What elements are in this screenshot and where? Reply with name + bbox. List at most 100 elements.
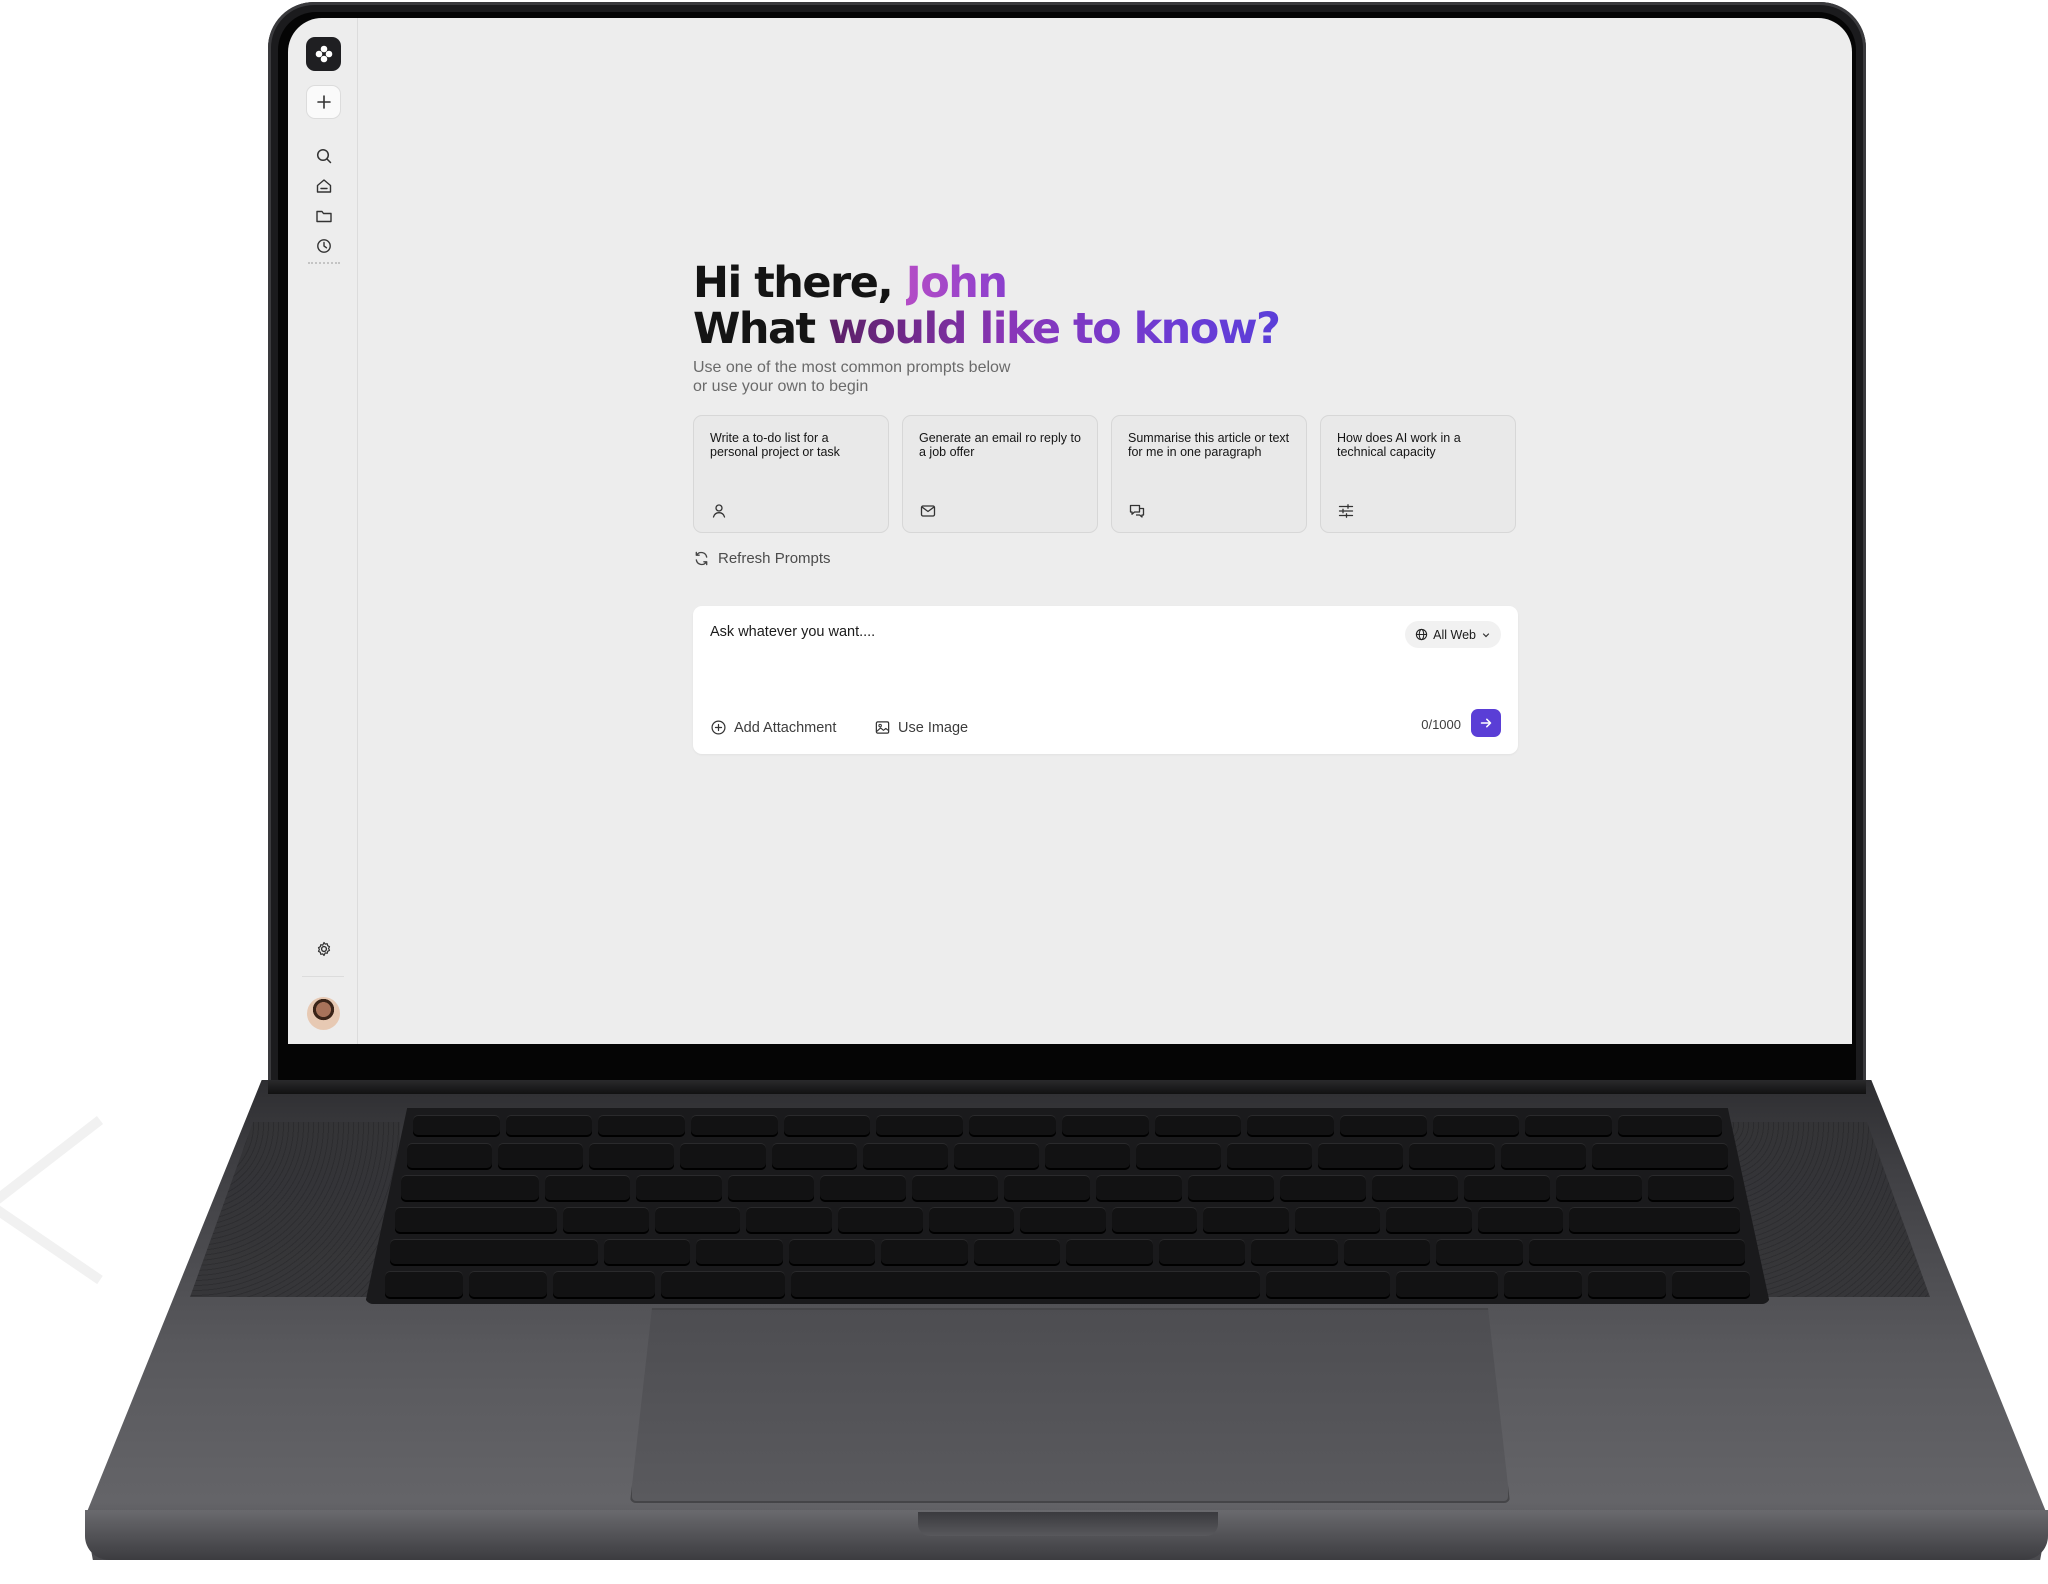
- user-avatar[interactable]: [307, 997, 340, 1030]
- laptop-thumb-notch: [918, 1512, 1218, 1536]
- keyboard-key: [603, 1239, 691, 1266]
- keyboard-key: [969, 1115, 1056, 1137]
- keyboard-key: [654, 1207, 741, 1234]
- greeting-line: Hi there, John: [693, 260, 1518, 306]
- keyboard-key: [929, 1207, 1015, 1234]
- gear-icon: [317, 941, 331, 957]
- keyboard-key: [1265, 1271, 1391, 1299]
- keyboard-key: [1409, 1143, 1495, 1170]
- keyboard-row: [401, 1175, 1734, 1202]
- keyboard-key: [401, 1175, 539, 1202]
- globe-icon: [1415, 628, 1428, 641]
- prompt-card[interactable]: How does AI work in a technical capacity: [1320, 415, 1516, 533]
- keyboard-key: [1061, 1115, 1149, 1137]
- sliders-icon: [1338, 504, 1354, 518]
- keyboard-key: [553, 1271, 655, 1299]
- keyboard-key: [636, 1175, 723, 1202]
- refresh-prompts-button[interactable]: Refresh Prompts: [693, 550, 831, 567]
- keyboard-key: [1464, 1175, 1551, 1202]
- keyboard-key: [1343, 1239, 1431, 1266]
- keyboard-key: [728, 1175, 815, 1202]
- keyboard-key: [881, 1239, 968, 1266]
- chat-composer: Ask whatever you want.... All Web Add At…: [693, 606, 1518, 754]
- keyboard-key: [1188, 1175, 1275, 1202]
- question-highlight: would like to know?: [828, 304, 1281, 354]
- use-image-button[interactable]: Use Image: [874, 719, 968, 736]
- keyboard: [385, 1113, 1750, 1301]
- keyboard-key: [1280, 1175, 1367, 1202]
- prompt-card[interactable]: Generate an email ro reply to a job offe…: [902, 415, 1098, 533]
- sidebar-folder-button[interactable]: [313, 205, 335, 227]
- sidebar-search-button[interactable]: [313, 145, 335, 167]
- keyboard-key: [1591, 1143, 1728, 1170]
- prompt-card[interactable]: Write a to-do list for a personal projec…: [693, 415, 889, 533]
- keyboard-key: [912, 1175, 999, 1202]
- keyboard-row: [413, 1115, 1722, 1137]
- keyboard-key: [746, 1207, 832, 1234]
- home-icon: [316, 179, 332, 193]
- keyboard-key: [788, 1239, 876, 1266]
- keyboard-key: [862, 1143, 948, 1170]
- keyboard-key: [1227, 1143, 1313, 1170]
- page-subtitle: Use one of the most common prompts below…: [693, 359, 1011, 395]
- keyboard-key: [1318, 1143, 1404, 1170]
- keyboard-key: [1568, 1207, 1740, 1234]
- keyboard-key: [407, 1143, 493, 1170]
- laptop-hinge: [268, 1080, 1866, 1094]
- keyboard-row: [395, 1207, 1740, 1234]
- background-chevron-decoration: [0, 1116, 104, 1285]
- keyboard-key: [1020, 1207, 1106, 1234]
- keyboard-key: [1066, 1239, 1153, 1266]
- character-counter: 0/1000: [1421, 717, 1461, 732]
- keyboard-key: [1436, 1239, 1523, 1266]
- prompt-suggestions: Write a to-do list for a personal projec…: [693, 415, 1516, 533]
- prompt-input[interactable]: Ask whatever you want....: [710, 624, 875, 640]
- keyboard-key: [691, 1115, 778, 1137]
- keyboard-key: [1251, 1239, 1338, 1266]
- plus-icon: [316, 95, 331, 109]
- sidebar-settings-button[interactable]: [313, 938, 335, 960]
- search-icon: [316, 148, 332, 164]
- prompt-card-text: Summarise this article or text for me in…: [1128, 431, 1290, 459]
- keyboard-key: [598, 1115, 686, 1137]
- keyboard-key: [395, 1207, 558, 1234]
- prompt-card[interactable]: Summarise this article or text for me in…: [1111, 415, 1307, 533]
- keyboard-key: [563, 1207, 649, 1234]
- new-chat-button[interactable]: [306, 85, 341, 119]
- sidebar-home-button[interactable]: [313, 175, 335, 197]
- user-icon: [712, 504, 726, 518]
- prompt-card-text: Write a to-do list for a personal projec…: [710, 431, 840, 459]
- refresh-prompts-label: Refresh Prompts: [718, 550, 831, 567]
- keyboard-row: [385, 1271, 1750, 1299]
- question-line: What would like to know?: [693, 306, 1518, 352]
- keyboard-key: [1136, 1143, 1222, 1170]
- keyboard-key: [1044, 1143, 1130, 1170]
- keyboard-key: [1294, 1207, 1381, 1234]
- keyboard-key: [1503, 1271, 1582, 1299]
- keyboard-key: [1617, 1115, 1722, 1137]
- send-button[interactable]: [1471, 709, 1501, 737]
- folder-icon: [316, 210, 332, 223]
- keyboard-key: [660, 1271, 786, 1299]
- app-logo[interactable]: [306, 37, 341, 71]
- keyboard-key: [820, 1175, 907, 1202]
- keyboard-key: [1477, 1207, 1563, 1234]
- keyboard-key: [385, 1271, 464, 1299]
- keyboard-key: [973, 1239, 1061, 1266]
- left-speaker-grille: [190, 1122, 400, 1297]
- sidebar-bottom-divider: [302, 976, 344, 977]
- keyboard-key: [953, 1143, 1039, 1170]
- chevron-down-icon: [1482, 632, 1490, 637]
- keyboard-key: [1158, 1239, 1246, 1266]
- greeting-prefix: Hi there,: [693, 258, 906, 308]
- keyboard-key: [1386, 1207, 1472, 1234]
- main-content: Hi there, John What would like to know? …: [693, 260, 1518, 754]
- source-selector-label: All Web: [1433, 627, 1476, 642]
- keyboard-row: [390, 1239, 1745, 1266]
- keyboard-key: [1096, 1175, 1183, 1202]
- keyboard-key: [1671, 1271, 1750, 1299]
- sidebar-history-button[interactable]: [313, 235, 335, 257]
- source-selector[interactable]: All Web: [1405, 621, 1501, 648]
- arrow-right-icon: [1480, 718, 1492, 728]
- add-attachment-button[interactable]: Add Attachment: [710, 719, 836, 736]
